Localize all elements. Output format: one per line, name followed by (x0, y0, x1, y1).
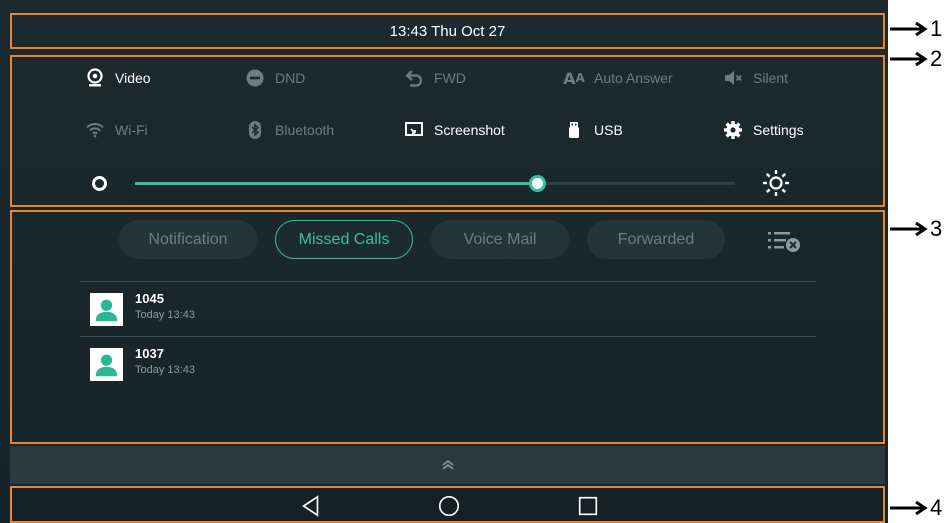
callout-2-label: 2 (930, 46, 943, 71)
callout-4-label: 4 (930, 495, 943, 520)
callout-frame-4 (10, 486, 885, 523)
callout-frame-3 (10, 210, 885, 444)
arrow-right-icon (890, 21, 928, 37)
callout-4: 4 (888, 495, 942, 521)
collapse-handle[interactable] (10, 446, 885, 484)
callout-frame-1 (10, 13, 885, 49)
callout-2: 2 (888, 46, 942, 72)
arrow-right-icon (890, 500, 928, 516)
arrow-right-icon (890, 221, 928, 237)
callout-3: 3 (888, 216, 942, 242)
double-chevron-up-icon (442, 459, 453, 470)
callout-1-label: 1 (930, 16, 943, 41)
callout-frame-2 (10, 55, 885, 207)
arrow-right-icon (890, 51, 928, 67)
callout-1: 1 (888, 16, 942, 42)
callout-3-label: 3 (930, 216, 943, 241)
